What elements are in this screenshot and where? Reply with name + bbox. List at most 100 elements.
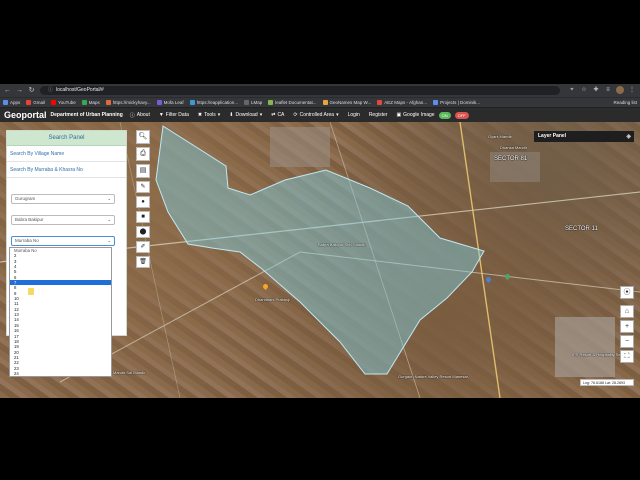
- bookmark-favicon-icon: [189, 100, 195, 105]
- layer-panel-header[interactable]: Layer Panel ◈: [534, 131, 634, 142]
- map-label: Babra Bakipur Shiv Mandir: [318, 242, 366, 247]
- map-label: SECTOR 81: [494, 156, 528, 162]
- village-select[interactable]: Babra Bakipur ⌄: [11, 215, 115, 225]
- chevron-down-icon: ▾: [259, 112, 263, 118]
- nav-register[interactable]: Register: [369, 112, 388, 118]
- nav-ca[interactable]: ⇄ CA: [271, 112, 284, 118]
- bookmark-item[interactable]: leaflet Documentat...: [268, 100, 317, 105]
- zoom-in-icon[interactable]: +: [620, 320, 634, 333]
- chevron-down-icon: ▾: [336, 112, 339, 118]
- bookmark-label: GeoNames Map W...: [329, 100, 372, 105]
- trash-icon[interactable]: 🗑︎: [136, 256, 150, 268]
- nav-download[interactable]: ⬇ Download ▾: [229, 112, 262, 118]
- menu-icon[interactable]: ⋮: [628, 86, 636, 94]
- url-text: localhost/GeoPortal/#: [56, 87, 104, 93]
- layer-panel-title: Layer Panel: [538, 133, 567, 139]
- back-icon[interactable]: ←: [3, 86, 12, 95]
- nav-label: Download: [235, 112, 258, 118]
- bookmark-item[interactable]: YouTube: [51, 100, 76, 105]
- bookmark-label: AEZ Maps - Afghan...: [384, 100, 428, 105]
- district-select[interactable]: Gurugram ⌄: [11, 194, 115, 204]
- nav-label: Register: [368, 112, 388, 118]
- toggle-off-button[interactable]: OFF: [454, 111, 469, 119]
- district-value: Gurugram: [15, 196, 36, 201]
- profile-avatar[interactable]: [616, 86, 624, 94]
- dropdown-option[interactable]: 24: [10, 371, 111, 376]
- nav-login[interactable]: Login: [348, 112, 360, 118]
- chevron-down-icon: ⌄: [107, 238, 111, 243]
- print-icon[interactable]: ⎙: [136, 147, 150, 161]
- map-label: SECTOR 11: [565, 226, 598, 232]
- zoom-out-icon[interactable]: −: [620, 335, 634, 348]
- app-window: ← → ↻ ⓘ localhost/GeoPortal/# ⌖ ☆ ✚ ≡ ⋮ A…: [0, 84, 640, 398]
- bookmarks-bar: Apps Gmail YouTube Maps https://mickyhav…: [0, 97, 640, 107]
- bookmark-item[interactable]: Gmail: [26, 100, 45, 105]
- edit-icon[interactable]: ✐: [136, 241, 150, 253]
- extensions-icon[interactable]: ✚: [592, 86, 600, 94]
- bookmark-item[interactable]: GeoNames Map W...: [322, 100, 372, 105]
- bookmark-label: LMap: [250, 100, 263, 105]
- google-image-label: Google Image: [403, 112, 435, 118]
- search-by-village-link[interactable]: Search By Village Name: [7, 146, 126, 162]
- bookmark-item[interactable]: Mofa Leaf: [156, 100, 184, 105]
- map-label: Gurgaon Nature Valley Resort Manesar: [398, 374, 468, 379]
- nav-label: Tools: [204, 112, 216, 118]
- chevron-down-icon: ▾: [217, 112, 221, 118]
- bookmark-favicon-icon: [433, 100, 439, 105]
- address-bar[interactable]: ⓘ localhost/GeoPortal/#: [40, 86, 560, 95]
- coordinate-readout: Lng: 76.6188 Lat: 28.2893: [580, 379, 634, 386]
- bookmark-item[interactable]: LMap: [243, 100, 263, 105]
- nav-tools[interactable]: ✖ Tools ▾: [198, 112, 220, 118]
- filter-icon: ▼: [158, 112, 164, 118]
- map-label: Dhandhani Prabhuji: [255, 297, 291, 302]
- map-label: Gyani Mandir: [488, 134, 512, 139]
- toggle-on-button[interactable]: ON: [438, 111, 451, 119]
- bookmark-item[interactable]: AEZ Maps - Afghan...: [377, 100, 427, 105]
- search-by-murraba-link[interactable]: Search By Murraba & Khasra No: [7, 162, 126, 178]
- bookmark-label: https://eapplication...: [196, 100, 238, 105]
- nav-label: Login: [347, 112, 360, 118]
- bookmark-favicon-icon: [322, 100, 328, 105]
- bookmark-label: Maps: [88, 100, 100, 105]
- app-navbar: Geoportal Department of Urban Planning ⓘ…: [0, 108, 640, 122]
- location-icon[interactable]: ⌖: [568, 86, 576, 94]
- bookmark-favicon-icon: [51, 100, 57, 105]
- bookmark-item[interactable]: Apps: [3, 100, 20, 105]
- bookmark-item[interactable]: https://eapplication...: [189, 100, 238, 105]
- murraba-select[interactable]: Murraba No ⌄: [11, 236, 115, 246]
- bookmark-favicon-icon: [26, 100, 32, 105]
- area-icon: ⟳: [293, 112, 298, 118]
- reload-icon[interactable]: ↻: [27, 86, 36, 95]
- save-icon[interactable]: ▤: [136, 164, 150, 178]
- nav-about[interactable]: ⓘ About: [130, 112, 150, 119]
- google-image-toggle[interactable]: ▣ Google Image ON OFF: [396, 111, 469, 119]
- bookmark-item[interactable]: Projects | Dominik...: [433, 100, 480, 105]
- layers-icon[interactable]: ◈: [626, 132, 631, 143]
- brand-logo[interactable]: Geoportal: [4, 110, 47, 120]
- murraba-dropdown-list[interactable]: Murraba No 2 3 4 5 6 7 8 9 10 11 12 13 1…: [9, 247, 112, 377]
- reading-list-button[interactable]: Reading list: [609, 98, 637, 107]
- nav-filter-data[interactable]: ▼ Filter Data: [159, 112, 189, 118]
- marker-icon[interactable]: ⬤: [136, 226, 150, 238]
- nav-label: About: [136, 112, 150, 118]
- ca-icon: ⇄: [271, 112, 276, 118]
- forward-icon[interactable]: →: [15, 86, 24, 95]
- reading-list-icon[interactable]: ≡: [604, 86, 612, 94]
- square-icon[interactable]: ■: [136, 211, 150, 223]
- nav-controlled-area[interactable]: ⟳ Controlled Area ▾: [293, 112, 338, 118]
- home-icon[interactable]: ⌂: [620, 305, 634, 318]
- circle-icon[interactable]: ●: [136, 196, 150, 208]
- fullscreen-icon[interactable]: ⛶: [620, 350, 634, 363]
- search-icon[interactable]: 🔍︎: [136, 130, 150, 144]
- locate-icon[interactable]: ⦿: [620, 286, 634, 299]
- pencil-icon[interactable]: ✎: [136, 181, 150, 193]
- map-label: Mandir Sai Mandir: [113, 370, 146, 375]
- bookmark-label: Mofa Leaf: [163, 100, 184, 105]
- bookmark-item[interactable]: Maps: [81, 100, 100, 105]
- chevron-down-icon: ⌄: [107, 196, 111, 201]
- star-icon[interactable]: ☆: [580, 86, 588, 94]
- bookmark-favicon-icon: [3, 100, 8, 105]
- bookmark-item[interactable]: https://mickyhavy...: [105, 100, 151, 105]
- bookmark-label: Gmail: [33, 100, 46, 105]
- search-panel-title: Search Panel: [7, 131, 126, 146]
